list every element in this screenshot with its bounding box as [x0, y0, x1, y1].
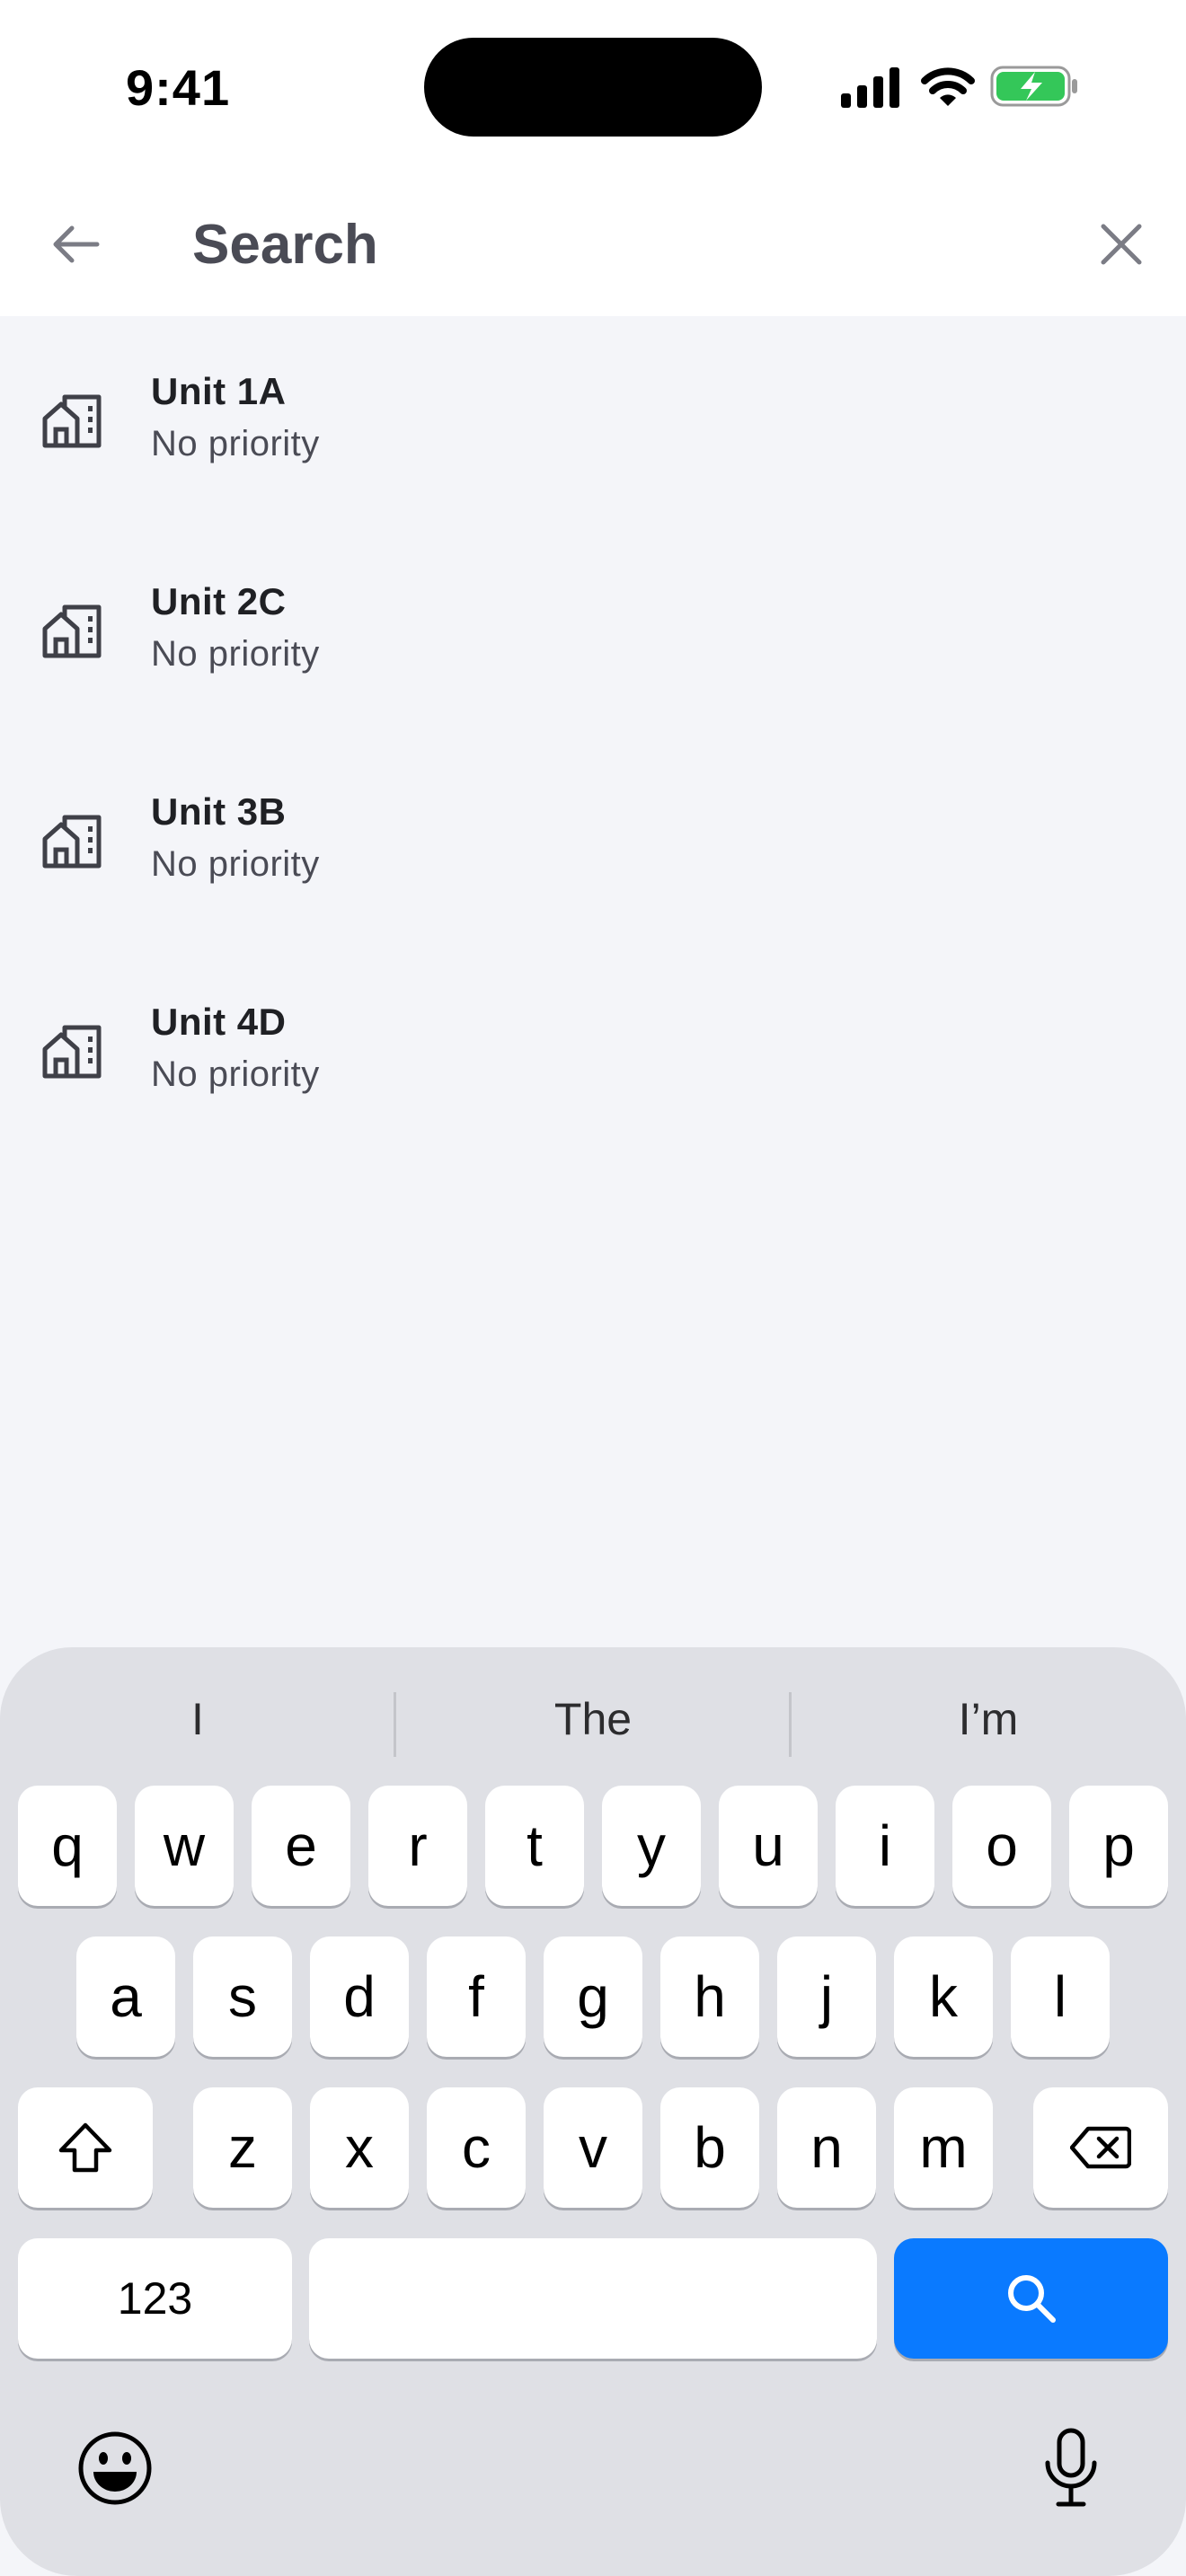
- predictive-text-bar: I The I’m: [0, 1674, 1186, 1764]
- wifi-icon: [921, 67, 975, 106]
- top-bar: 9:41: [0, 0, 1186, 316]
- key-a[interactable]: a: [76, 1936, 175, 2057]
- search-results-list: Unit 1A No priority Unit 2C No priority …: [0, 316, 1186, 1157]
- key-m[interactable]: m: [894, 2087, 993, 2208]
- key-j[interactable]: j: [777, 1936, 876, 2057]
- item-title: Unit 3B: [151, 790, 287, 833]
- status-bar: 9:41: [0, 0, 1186, 171]
- key-z[interactable]: z: [193, 2087, 292, 2208]
- space-key[interactable]: [309, 2238, 877, 2359]
- search-input[interactable]: [192, 198, 1055, 291]
- numbers-key[interactable]: 123: [18, 2238, 292, 2359]
- key-k[interactable]: k: [894, 1936, 993, 2057]
- list-item[interactable]: Unit 4D No priority: [0, 947, 1186, 1157]
- search-icon: [1007, 2275, 1056, 2323]
- item-priority: No priority: [151, 424, 320, 463]
- dictation-button[interactable]: [1028, 2425, 1114, 2511]
- list-item[interactable]: Unit 1A No priority: [0, 316, 1186, 526]
- on-screen-keyboard: I The I’m q w e r t y u i o p a s d f g …: [0, 1647, 1186, 2576]
- clear-button[interactable]: [1085, 208, 1157, 280]
- building-icon: [42, 604, 102, 658]
- item-priority: No priority: [151, 634, 320, 674]
- shift-key[interactable]: [18, 2087, 153, 2208]
- key-v[interactable]: v: [544, 2087, 642, 2208]
- key-d[interactable]: d: [310, 1936, 409, 2057]
- suggestion-item[interactable]: I: [0, 1674, 395, 1764]
- close-icon: [1101, 224, 1142, 265]
- back-button[interactable]: [40, 208, 111, 280]
- item-priority: No priority: [151, 844, 320, 884]
- key-u[interactable]: u: [719, 1786, 818, 1906]
- key-n[interactable]: n: [777, 2087, 876, 2208]
- suggestion-item[interactable]: I’m: [791, 1674, 1186, 1764]
- item-title: Unit 2C: [151, 580, 287, 622]
- key-x[interactable]: x: [310, 2087, 409, 2208]
- shift-icon: [58, 2122, 112, 2173]
- building-icon: [42, 815, 102, 869]
- key-q[interactable]: q: [18, 1786, 117, 1906]
- key-e[interactable]: e: [252, 1786, 350, 1906]
- key-b[interactable]: b: [660, 2087, 759, 2208]
- key-i[interactable]: i: [836, 1786, 934, 1906]
- emoji-button[interactable]: [72, 2425, 158, 2511]
- item-title: Unit 1A: [151, 370, 287, 412]
- emoji-icon: [78, 2431, 152, 2505]
- search-key[interactable]: [894, 2238, 1168, 2359]
- key-g[interactable]: g: [544, 1936, 642, 2057]
- cellular-signal-icon: [841, 67, 899, 108]
- item-title: Unit 4D: [151, 1001, 287, 1043]
- list-item[interactable]: Unit 3B No priority: [0, 737, 1186, 947]
- key-r[interactable]: r: [368, 1786, 467, 1906]
- item-priority: No priority: [151, 1054, 320, 1094]
- building-icon: [42, 1025, 102, 1079]
- dynamic-island: [424, 38, 762, 137]
- microphone-icon: [1045, 2428, 1097, 2507]
- search-header: [0, 171, 1186, 316]
- status-time: 9:41: [126, 58, 231, 116]
- building-icon: [42, 394, 102, 448]
- key-t[interactable]: t: [485, 1786, 584, 1906]
- arrow-left-icon: [53, 225, 100, 263]
- key-w[interactable]: w: [135, 1786, 234, 1906]
- battery-charging-icon: [990, 66, 1077, 107]
- key-f[interactable]: f: [427, 1936, 526, 2057]
- suggestion-item[interactable]: The: [395, 1674, 791, 1764]
- key-l[interactable]: l: [1011, 1936, 1110, 2057]
- key-o[interactable]: o: [952, 1786, 1051, 1906]
- delete-key[interactable]: [1033, 2087, 1168, 2208]
- key-p[interactable]: p: [1069, 1786, 1168, 1906]
- key-y[interactable]: y: [602, 1786, 701, 1906]
- key-h[interactable]: h: [660, 1936, 759, 2057]
- key-c[interactable]: c: [427, 2087, 526, 2208]
- list-item[interactable]: Unit 2C No priority: [0, 526, 1186, 737]
- backspace-icon: [1070, 2126, 1131, 2169]
- key-s[interactable]: s: [193, 1936, 292, 2057]
